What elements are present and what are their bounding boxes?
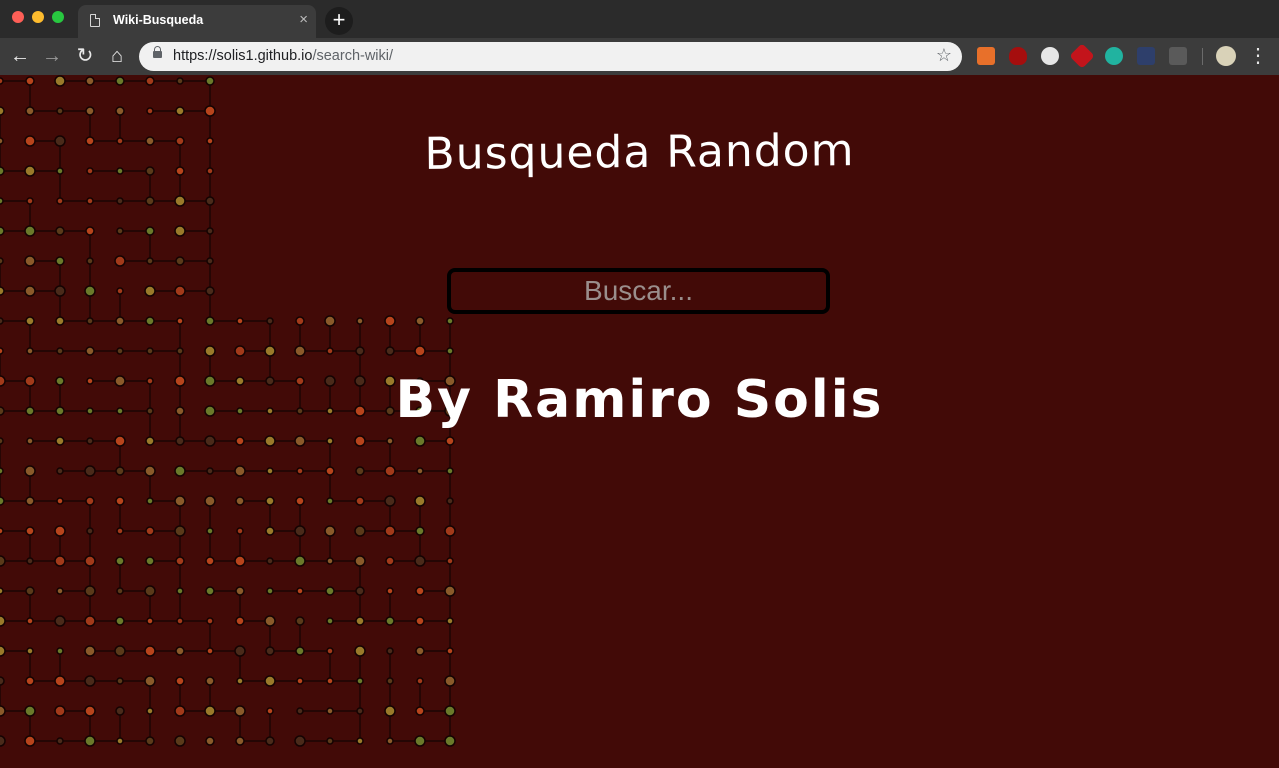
back-icon[interactable]: ← <box>8 44 32 68</box>
lock-icon <box>153 46 162 58</box>
w-extension-icon[interactable] <box>1137 47 1155 65</box>
tab-title: Wiki-Busqueda <box>113 13 204 27</box>
url-host: https://solis1.github.io <box>173 48 313 64</box>
minimize-window-button[interactable] <box>32 11 44 23</box>
m-extension-icon[interactable] <box>1105 47 1123 65</box>
new-tab-button[interactable]: + <box>325 7 353 35</box>
search-input[interactable] <box>447 268 830 314</box>
analytics-extension-icon[interactable] <box>977 47 995 65</box>
browser-tab[interactable]: Wiki-Busqueda × <box>78 5 316 38</box>
author-byline: By Ramiro Solis <box>395 370 884 430</box>
grid-extension-icon[interactable] <box>1169 47 1187 65</box>
address-bar[interactable]: https://solis1.github.io/search-wiki/ ☆ <box>139 42 962 71</box>
toolbar-divider <box>1202 48 1203 65</box>
home-icon[interactable]: ⌂ <box>105 44 129 68</box>
browser-toolbar: ← → ↻ ⌂ https://solis1.github.io/search-… <box>0 38 1279 75</box>
tab-close-icon[interactable]: × <box>299 11 308 29</box>
url-path: /search-wiki/ <box>312 48 394 64</box>
forward-icon[interactable]: → <box>40 44 64 68</box>
circle-extension-icon[interactable] <box>1041 47 1059 65</box>
page-title: Busqueda Random <box>424 125 855 180</box>
profile-avatar[interactable] <box>1216 46 1236 66</box>
url-text: https://solis1.github.io/search-wiki/ <box>173 48 393 64</box>
reload-icon[interactable]: ↻ <box>73 44 97 68</box>
page-icon <box>90 14 100 27</box>
ruby-extension-icon[interactable] <box>1069 43 1095 69</box>
menu-icon[interactable]: ⋮ <box>1246 44 1270 68</box>
page-body: Busqueda Random By Ramiro Solis <box>0 75 1279 768</box>
bookmark-star-icon[interactable]: ☆ <box>936 45 952 66</box>
close-window-button[interactable] <box>12 11 24 23</box>
maximize-window-button[interactable] <box>52 11 64 23</box>
browser-titlebar: Wiki-Busqueda × + <box>0 0 1279 38</box>
ublock-extension-icon[interactable] <box>1009 47 1027 65</box>
